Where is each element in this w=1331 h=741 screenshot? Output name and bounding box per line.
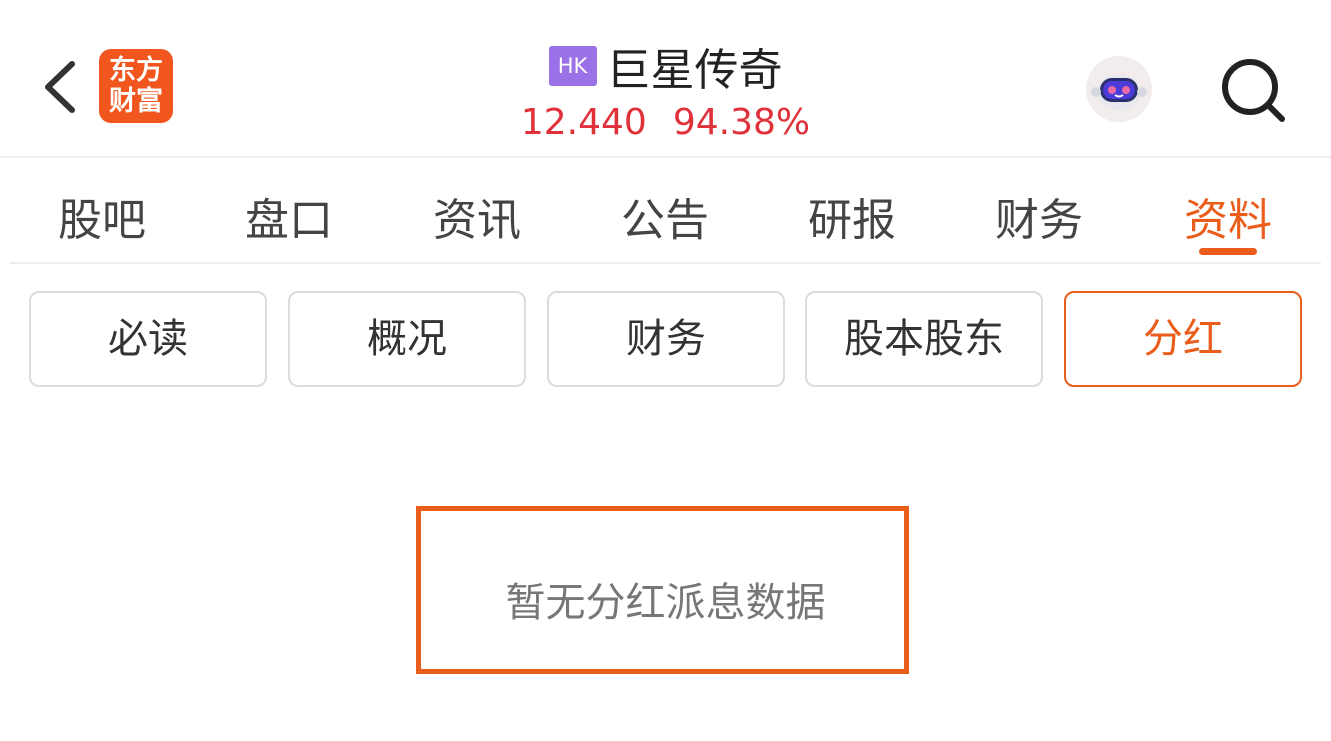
robot-assistant-icon (1086, 56, 1152, 122)
stock-price: 12.440 (520, 102, 647, 143)
tab-guba[interactable]: 股吧 (37, 184, 167, 248)
market-badge: HK (548, 46, 597, 86)
stock-name: 巨星传奇 (606, 45, 783, 96)
active-tab-indicator (1199, 248, 1257, 255)
assistant-button[interactable] (1084, 54, 1154, 124)
tab-pankou[interactable]: 盘口 (224, 184, 354, 248)
subtab-must-read[interactable]: 必读 (29, 291, 267, 387)
subtab-dividends[interactable]: 分红 (1064, 291, 1302, 387)
search-icon (1222, 59, 1285, 122)
stock-profile-page: 东方 财富 HK 巨星传奇 12.440 94.38% 股吧 盘口 资讯 公告 … (0, 0, 1331, 741)
subtab-shareholders[interactable]: 股本股东 (805, 291, 1043, 387)
subtab-overview[interactable]: 概况 (288, 291, 526, 387)
main-tabs: 股吧 盘口 资讯 公告 研报 财务 资料 (0, 158, 1331, 262)
tab-profile[interactable]: 资料 (1163, 184, 1293, 248)
search-button[interactable] (1216, 56, 1290, 126)
subtab-finance[interactable]: 财务 (547, 291, 785, 387)
tabs-divider (10, 262, 1321, 264)
tab-research[interactable]: 研报 (787, 184, 917, 248)
stock-change-percent: 94.38% (672, 102, 811, 143)
tab-announcements[interactable]: 公告 (600, 184, 730, 248)
top-bar: 东方 财富 HK 巨星传奇 12.440 94.38% (0, 0, 1331, 156)
empty-state-message: 暂无分红派息数据 (505, 580, 826, 626)
tab-finance[interactable]: 财务 (974, 184, 1104, 248)
tab-news[interactable]: 资讯 (412, 184, 542, 248)
